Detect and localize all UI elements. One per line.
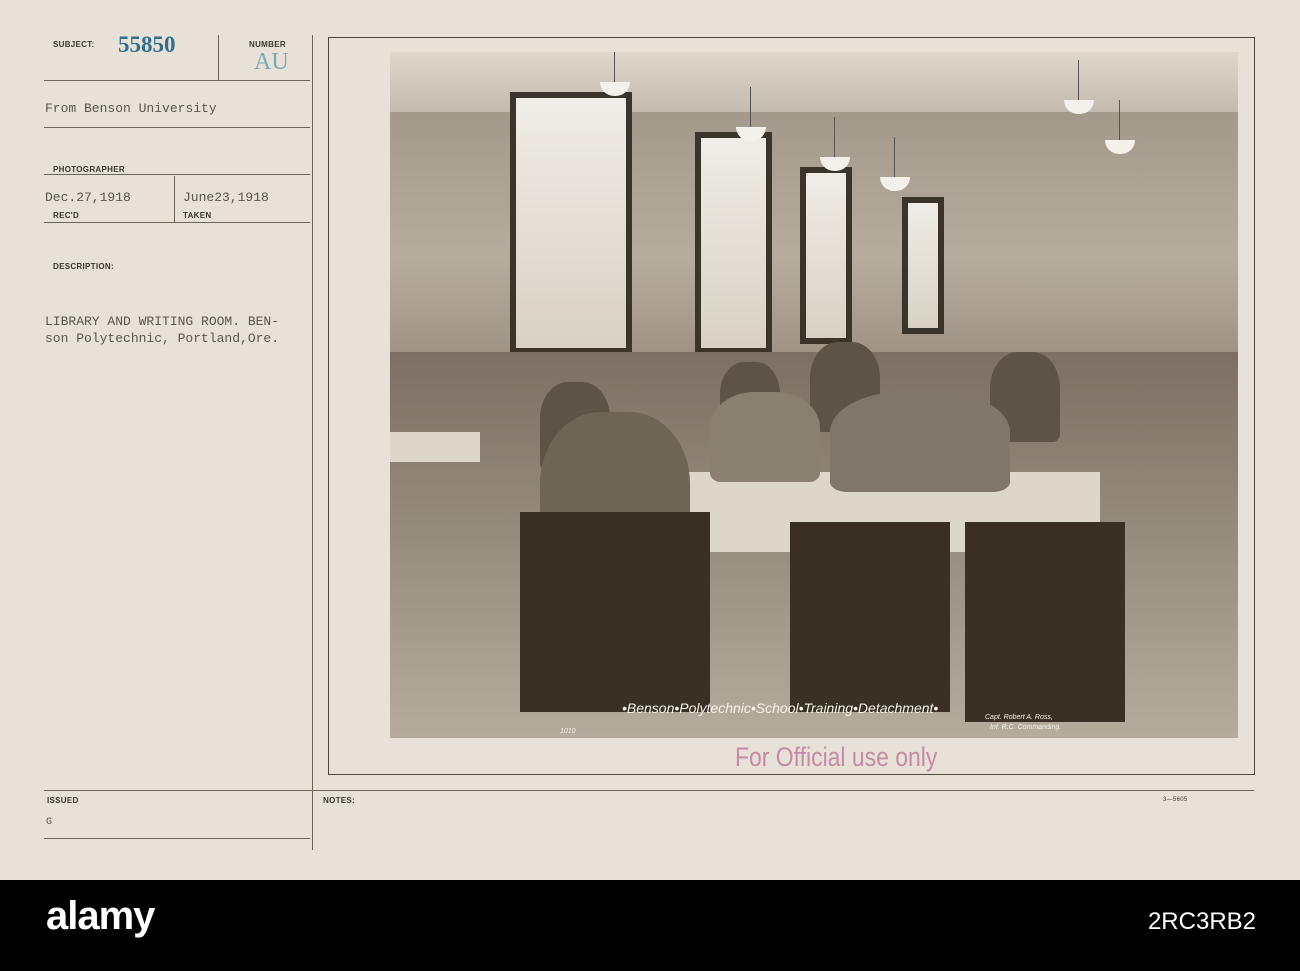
subject-label: SUBJECT: (53, 40, 95, 49)
divider (44, 174, 310, 175)
window (695, 132, 772, 354)
description-line-1: LIBRARY AND WRITING ROOM. BEN- (45, 314, 280, 329)
image-code: 2RC3RB2 (1147, 908, 1256, 935)
archival-photo-card: SUBJECT: 55850 NUMBER AU From Benson Uni… (0, 0, 1300, 880)
alamy-logo: alamy (46, 894, 155, 938)
description-line-2: son Polytechnic, Portland,Ore. (45, 331, 280, 346)
window (510, 92, 632, 354)
number-label: NUMBER (249, 40, 286, 49)
window (800, 167, 852, 344)
negative-mark: 1010 (560, 728, 576, 735)
chair (520, 512, 710, 712)
ceiling-lamp (880, 137, 910, 191)
student (830, 392, 1010, 492)
table (390, 432, 480, 462)
form-number: 3—5605 (1163, 797, 1188, 803)
photographer-label: PHOTOGRAPHER (53, 165, 125, 174)
received-label: REC'D (53, 211, 80, 220)
divider (44, 80, 310, 81)
chair (965, 522, 1125, 722)
received-date: Dec.27,1918 (45, 190, 131, 205)
divider (44, 838, 310, 839)
source: From Benson University (45, 101, 217, 116)
divider (44, 790, 1254, 791)
ceiling-lamp (1105, 100, 1135, 154)
watermark-bar (0, 880, 1300, 971)
chair (790, 522, 950, 712)
subject-number: 55850 (118, 32, 176, 57)
student (710, 392, 820, 482)
column-divider (312, 35, 313, 850)
divider (44, 127, 310, 128)
photo-credit-line-1: Capt. Robert A. Ross, (985, 714, 1053, 721)
notes-label: NOTES: (323, 796, 356, 805)
divider (44, 222, 310, 223)
photo-credit-line-2: Inf. R.C. Commanding. (990, 724, 1062, 731)
official-use-stamp: For Official use only (735, 742, 938, 772)
description-label: DESCRIPTION: (53, 262, 114, 271)
issued-value: G (46, 817, 53, 828)
window (902, 197, 944, 334)
photo-caption: •Benson•Polytechnic•School•Training•Deta… (622, 700, 939, 716)
divider (174, 176, 175, 222)
issued-label: ISSUED (47, 796, 79, 805)
taken-label: TAKEN (183, 211, 212, 220)
taken-date: June23,1918 (183, 190, 269, 205)
divider (218, 35, 219, 80)
library-photograph: •Benson•Polytechnic•School•Training•Deta… (390, 52, 1238, 738)
number-value: AU (254, 49, 289, 75)
